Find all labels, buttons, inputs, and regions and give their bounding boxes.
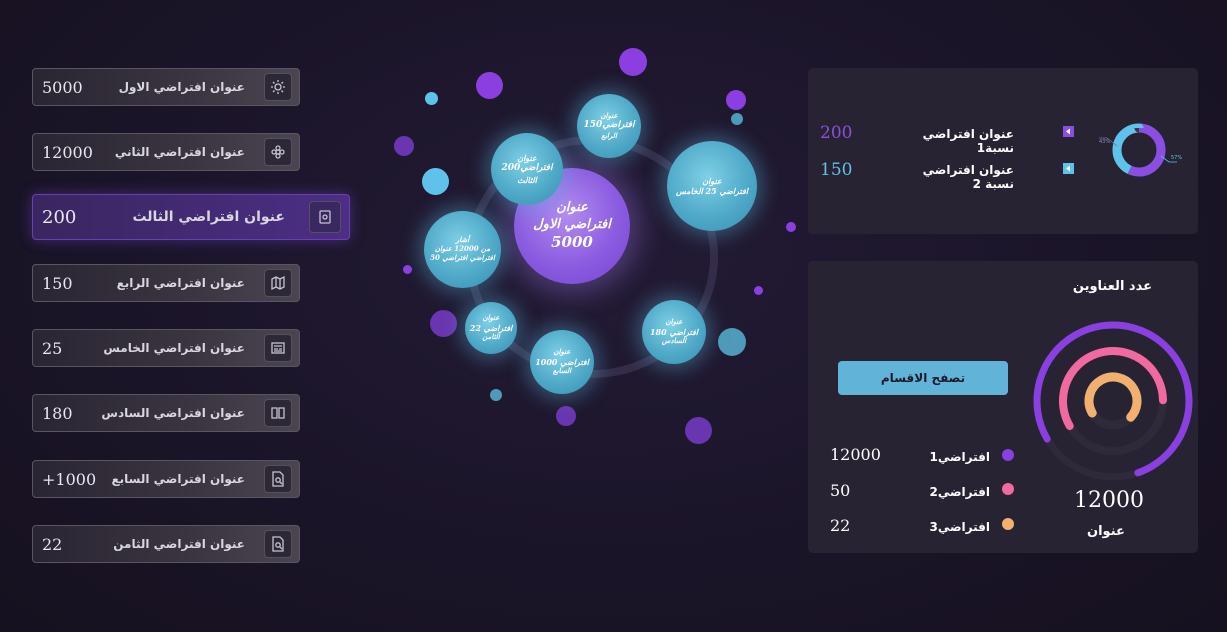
list-item-value: 200 [42, 206, 77, 228]
list-item-1[interactable]: 5000 عنوان افتراضي الاول [32, 68, 300, 106]
bubble-text: الرابع [601, 130, 617, 140]
ring-series-1 [1033, 321, 1193, 481]
bubble-text: السابع [552, 366, 572, 375]
bubble-text: الثالث [517, 174, 537, 185]
flower-icon [264, 138, 292, 166]
bubble-text: عنوان [665, 317, 683, 327]
bubble-25[interactable]: عنوان افتراضي 25 الخامس [667, 141, 757, 231]
decor-dot [394, 136, 414, 156]
bubble-12000[interactable]: أشار من 12000 عنوان 50 افتراضي افتراضي [424, 211, 501, 288]
radial-rings-chart [1033, 321, 1193, 481]
ratio-label-1: عنوان افتراضي نسبة1 [922, 127, 1014, 155]
list-item-value: 25 [42, 338, 63, 358]
bubble-200[interactable]: عنوان افتراضي200 الثالث [491, 133, 563, 205]
total-count: 12000 [1074, 488, 1144, 513]
list-item-label: عنوان افتراضي السابع [111, 472, 245, 486]
bubble-text: افتراضي الاول [533, 216, 611, 232]
count-row-value-2: 50 [830, 481, 851, 500]
count-row-value-3: 22 [830, 516, 851, 535]
bubble-text: افتراضي150 [583, 120, 635, 131]
count-row-value-1: 12000 [830, 445, 881, 464]
list-item-label: عنوان افتراضي الثامن [113, 537, 245, 551]
browse-sections-button[interactable]: تصفح الاقسام [838, 361, 1008, 395]
count-row-label-1: افتراضي1 [929, 450, 990, 464]
bubble-text: 50 افتراضي افتراضي [430, 252, 495, 262]
decor-dot [718, 328, 746, 356]
count-panel-title: عدد العناوين [1072, 279, 1152, 294]
map-icon [264, 269, 292, 297]
document-search-icon [264, 465, 292, 493]
bubble-150[interactable]: عنوان افتراضي150 الرابع [577, 94, 641, 158]
ratio-value-2: 150 [820, 160, 853, 180]
book-icon [309, 201, 341, 233]
list-item-value: 180 [42, 403, 73, 423]
bubble-text: الثامن [482, 332, 500, 341]
list-item-label: عنوان افتراضي الثالث [132, 209, 285, 225]
document-search-icon [264, 530, 292, 558]
bubble-title: عنوان [556, 200, 588, 216]
ratio-label-2: عنوان افتراضي نسبة 2 [922, 163, 1014, 191]
newspaper-icon [264, 334, 292, 362]
ratio-value-1: 200 [820, 123, 853, 143]
ratio-donut-chart: 43% 57% [1099, 123, 1182, 177]
donut-label-left: 43% [1099, 139, 1110, 145]
gear-badge-icon [264, 73, 292, 101]
count-row-label-2: افتراضي2 [929, 485, 990, 499]
list-item-label: عنوان افتراضي السادس [101, 406, 245, 420]
list-item-label: عنوان افتراضي الخامس [103, 341, 245, 355]
play-icon[interactable] [1063, 126, 1074, 137]
list-item-2[interactable]: 12000 عنوان افتراضي الثاني [32, 133, 300, 171]
decor-dot [786, 222, 796, 232]
bubble-text: افتراضي200 [501, 163, 553, 174]
legend-dot-pink [1002, 483, 1014, 495]
decor-dot [490, 389, 502, 401]
list-item-5[interactable]: 25 عنوان افتراضي الخامس [32, 329, 300, 367]
list-item-7[interactable]: +1000 عنوان افتراضي السابع [32, 460, 300, 498]
donut-label-right: 57% [1171, 155, 1182, 161]
decor-dot [476, 72, 503, 99]
legend-dot-purple [1002, 449, 1014, 461]
decor-dot [403, 265, 412, 274]
decor-dot [619, 48, 647, 76]
decor-dot [731, 113, 743, 125]
decor-dot [422, 168, 449, 195]
decor-dot [754, 286, 763, 295]
list-item-label: عنوان افتراضي الثاني [114, 145, 245, 159]
bubble-text: عنوان [517, 153, 537, 164]
open-book-icon [264, 399, 292, 427]
bubble-value: 5000 [551, 232, 593, 251]
list-item-3[interactable]: 200 عنوان افتراضي الثالث [32, 194, 350, 240]
bubble-text: عنوان [702, 176, 722, 186]
decor-dot [556, 406, 576, 426]
list-item-value: 12000 [42, 142, 93, 162]
decor-dot [425, 92, 438, 105]
bubble-22[interactable]: عنوان افتراضي 22 الثامن [465, 302, 517, 354]
decor-dot [726, 90, 746, 110]
list-item-value: 5000 [42, 77, 83, 97]
list-item-value: +1000 [42, 469, 97, 489]
count-row-label-3: افتراضي3 [929, 520, 990, 534]
bubble-text: افتراضي 25 الخامس [675, 186, 748, 196]
list-item-8[interactable]: 22 عنوان افتراضي الثامن [32, 525, 300, 563]
bubble-180[interactable]: عنوان افتراضي 180 السادس [642, 300, 706, 364]
list-item-label: عنوان افتراضي الرابع [116, 276, 245, 290]
list-item-6[interactable]: 180 عنوان افتراضي السادس [32, 394, 300, 432]
bubble-1000[interactable]: عنوان افتراضي 1000 السابع [530, 330, 594, 394]
decor-dot [430, 310, 457, 337]
bubble-text: السادس [661, 336, 687, 345]
list-item-label: عنوان افتراضي الاول [118, 80, 245, 94]
decor-dot [685, 417, 712, 444]
bubble-text: عنوان [553, 347, 571, 357]
total-count-label: عنوان [1087, 524, 1125, 539]
list-item-4[interactable]: 150 عنوان افتراضي الرابع [32, 264, 300, 302]
legend-dot-orange [1002, 518, 1014, 530]
list-item-value: 150 [42, 273, 73, 293]
list-item-value: 22 [42, 534, 63, 554]
bubble-text: عنوان [482, 313, 500, 323]
play-icon[interactable] [1063, 163, 1074, 174]
